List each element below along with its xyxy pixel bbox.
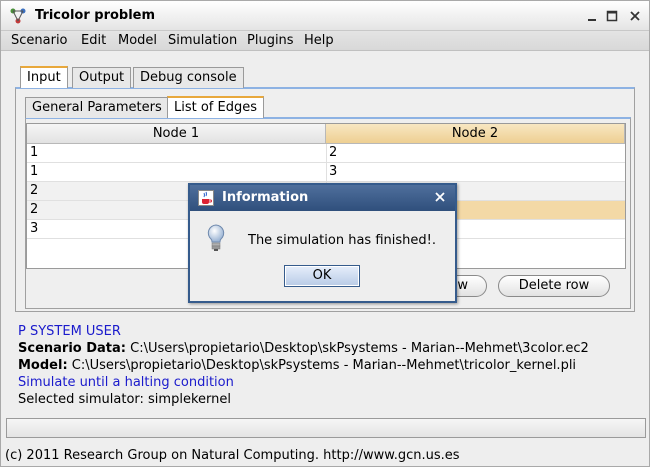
app-icon xyxy=(10,8,26,24)
scenario-data-label: Scenario Data: xyxy=(18,341,126,356)
menu-edit[interactable]: Edit xyxy=(81,33,106,48)
selected-cell-highlight xyxy=(457,201,625,219)
cell-node-1[interactable]: 1 xyxy=(30,164,38,179)
cell-node-1[interactable]: 1 xyxy=(30,145,38,160)
maximize-icon[interactable] xyxy=(605,9,619,23)
cell-node-2[interactable]: 2 xyxy=(329,145,337,160)
lightbulb-icon xyxy=(207,224,225,251)
selected-simulator-text: Selected simulator: simplekernel xyxy=(18,392,231,407)
close-icon[interactable] xyxy=(628,9,642,23)
tab-debug-console[interactable]: Debug console xyxy=(133,67,244,88)
model-line: Model: C:\Users\propietario\Desktop\skPs… xyxy=(18,358,576,373)
dialog-message: The simulation has finished!. xyxy=(248,233,436,248)
ok-button[interactable]: OK xyxy=(284,265,360,287)
add-row-label: w xyxy=(457,278,468,293)
column-header-node-2[interactable]: Node 2 xyxy=(326,124,625,144)
information-dialog: Information The simulation has finished!… xyxy=(188,183,457,303)
menu-scenario[interactable]: Scenario xyxy=(11,33,68,48)
dialog-title: Information xyxy=(222,190,309,205)
tab-output[interactable]: Output xyxy=(72,67,132,88)
java-cup-icon xyxy=(198,190,214,206)
menu-simulation[interactable]: Simulation xyxy=(168,33,237,48)
simulate-mode-text: Simulate until a halting condition xyxy=(18,375,234,390)
cell-node-1[interactable]: 2 xyxy=(30,202,38,217)
delete-row-button[interactable]: Delete row xyxy=(498,275,610,297)
tab-input[interactable]: Input xyxy=(20,66,68,88)
column-header-node-1[interactable]: Node 1 xyxy=(27,124,326,144)
cell-node-1[interactable]: 3 xyxy=(30,221,38,236)
footer-text: (c) 2011 Research Group on Natural Compu… xyxy=(5,448,460,463)
title-bar[interactable]: Tricolor problem xyxy=(1,1,649,31)
window-title: Tricolor problem xyxy=(35,8,156,23)
model-value: C:\Users\propietario\Desktop\skPsystems … xyxy=(67,358,577,373)
main-window: Tricolor problem Scenario Edit Model Sim… xyxy=(0,0,650,467)
menu-plugins[interactable]: Plugins xyxy=(247,33,294,48)
menu-model[interactable]: Model xyxy=(118,33,157,48)
system-type-text: P SYSTEM USER xyxy=(18,324,121,339)
dialog-title-bar[interactable]: Information xyxy=(190,185,455,211)
scenario-data-line: Scenario Data: C:\Users\propietario\Desk… xyxy=(18,341,589,356)
tab-general-parameters[interactable]: General Parameters xyxy=(25,97,169,118)
minimize-icon[interactable] xyxy=(585,9,599,23)
menu-help[interactable]: Help xyxy=(304,33,334,48)
model-label: Model: xyxy=(18,358,68,373)
scenario-data-value: C:\Users\propietario\Desktop\skPsystems … xyxy=(126,341,589,356)
dialog-close-icon[interactable] xyxy=(433,190,447,204)
progress-bar xyxy=(6,418,646,438)
cell-node-1[interactable]: 2 xyxy=(30,183,38,198)
menu-bar: Scenario Edit Model Simulation Plugins H… xyxy=(1,31,649,51)
tab-list-of-edges[interactable]: List of Edges xyxy=(167,96,265,118)
cell-node-2[interactable]: 3 xyxy=(329,164,337,179)
